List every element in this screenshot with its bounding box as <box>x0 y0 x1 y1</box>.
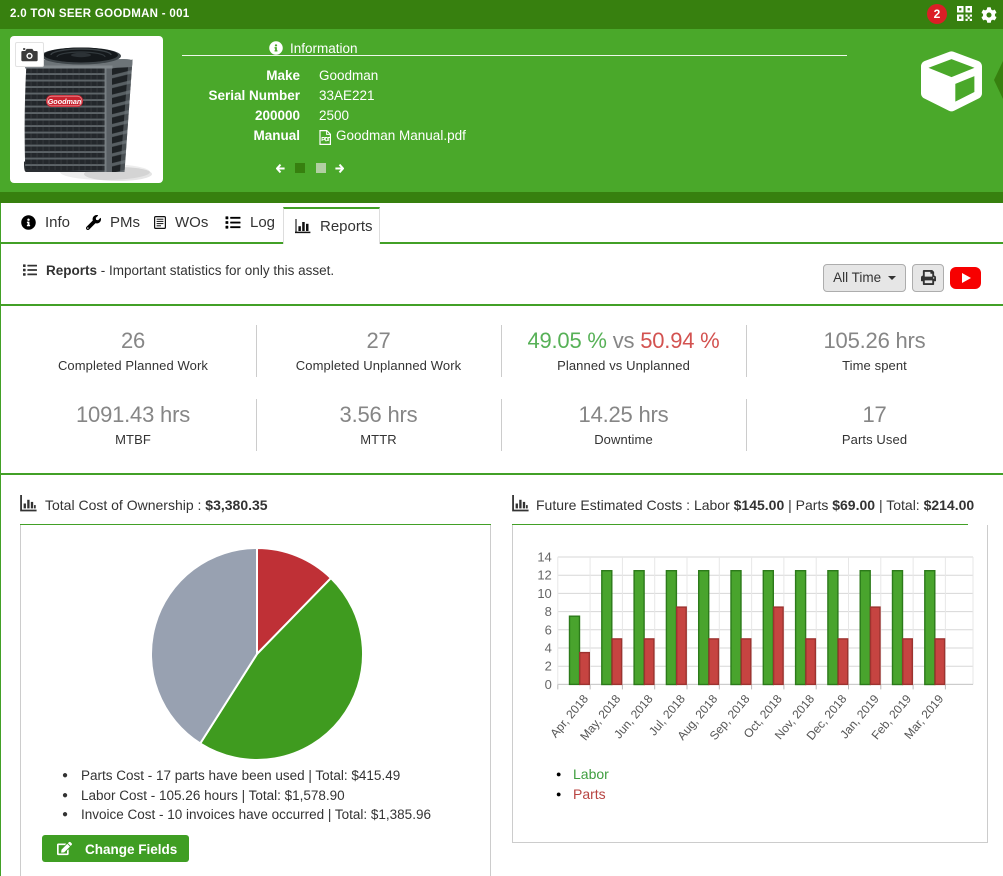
svg-text:14: 14 <box>537 550 551 565</box>
svg-text:0: 0 <box>545 677 552 692</box>
svg-text:2: 2 <box>545 659 552 674</box>
svg-text:4: 4 <box>545 641 552 656</box>
svg-text:Goodman: Goodman <box>48 97 82 106</box>
svg-text:10: 10 <box>537 586 551 601</box>
svg-text:6: 6 <box>545 622 552 637</box>
svg-text:8: 8 <box>545 604 552 619</box>
svg-text:12: 12 <box>537 568 551 583</box>
